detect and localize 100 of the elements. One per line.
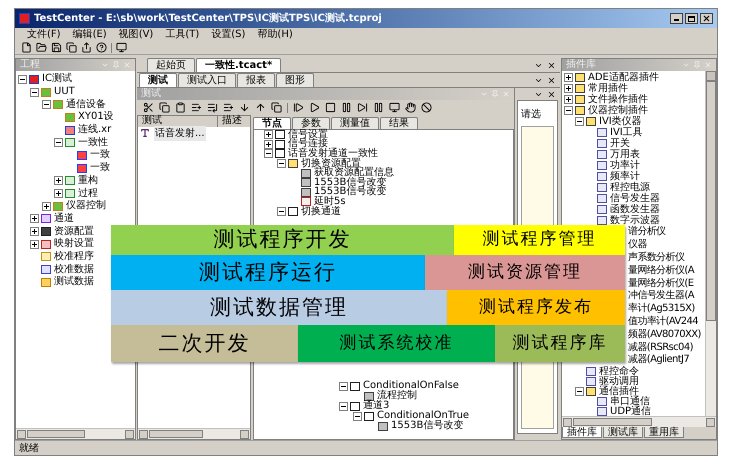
tree-item[interactable]: 函数发生器 (609, 204, 661, 214)
help-icon[interactable] (96, 42, 107, 53)
tab[interactable]: 图形 (276, 73, 314, 87)
horizontal-scrollbar[interactable] (562, 416, 716, 427)
expand-toggle[interactable] (564, 95, 573, 104)
tree-item[interactable]: 一致性 (77, 138, 109, 148)
tree-item[interactable]: 校准数据 (53, 264, 95, 275)
tree-item[interactable]: 通道3 (362, 401, 390, 411)
tab[interactable]: 测量值 (331, 117, 379, 129)
pause-icon[interactable] (341, 102, 352, 113)
tab[interactable]: 测试库 (603, 427, 643, 438)
tree-item[interactable]: 减器(AglientJ7 (628, 355, 690, 366)
new-file-icon[interactable] (21, 42, 32, 53)
tree-item[interactable]: 测试数据 (53, 277, 95, 288)
tree-item[interactable]: 谱分析仪 (628, 227, 666, 238)
expand-toggle[interactable] (30, 227, 39, 236)
tree-item[interactable]: 流程控制 (376, 391, 418, 401)
tree-item[interactable]: 率计(Ag5315X) (628, 304, 695, 314)
menu-item[interactable]: 编辑(E) (72, 28, 107, 40)
tree-item[interactable]: 串口通信 (609, 396, 651, 407)
window-icon[interactable] (271, 102, 282, 113)
tab[interactable]: 重用库 (644, 427, 684, 438)
tab[interactable]: 报表 (237, 73, 275, 87)
tree-item[interactable]: 程控电源 (609, 182, 651, 192)
tree-item[interactable]: 频器(AV8070XX) (628, 330, 701, 340)
table-cell[interactable]: 话音发射... (154, 126, 206, 140)
scissors-icon[interactable] (143, 102, 154, 113)
expand-toggle[interactable] (54, 189, 63, 198)
menu-item[interactable]: 视图(V) (118, 28, 154, 40)
tree-item[interactable]: IC测试 (41, 74, 73, 84)
expand-toggle[interactable] (564, 84, 573, 93)
tree-item[interactable]: 过程 (77, 188, 99, 199)
clipboard-icon[interactable] (175, 102, 186, 113)
expand-toggle[interactable] (42, 202, 51, 211)
tree-item[interactable]: 延时5s (313, 196, 347, 207)
collapse-toggle[interactable] (18, 74, 27, 84)
collapse-toggle[interactable] (54, 138, 63, 148)
menu-item[interactable]: 设置(S) (211, 28, 246, 40)
tree-item[interactable]: 重构 (77, 176, 99, 186)
tree-item[interactable]: ConditionalOnTrue (376, 411, 470, 421)
down-arrow-icon[interactable] (239, 102, 250, 113)
up-arrow-icon[interactable] (255, 102, 266, 113)
tree-item[interactable]: 话音发射通道一致性 (287, 148, 379, 159)
tree-item[interactable]: UDP通信 (609, 406, 652, 416)
minimize-icon[interactable] (670, 13, 683, 24)
close-icon[interactable] (547, 90, 556, 98)
tree-item[interactable]: 通信设备 (65, 100, 107, 110)
tree-item[interactable]: 仪器 (628, 240, 647, 250)
tree-item[interactable]: 开关 (609, 138, 631, 148)
collapse-toggle[interactable] (564, 106, 573, 115)
tab[interactable]: 测试 (139, 73, 177, 87)
collapse-toggle[interactable] (339, 402, 348, 410)
tree-item[interactable]: 减器(RSRsc04) (628, 342, 693, 353)
tab[interactable]: 参数 (292, 117, 330, 129)
tree-item[interactable]: 1553B信号改变 (313, 178, 388, 188)
copy-icon[interactable] (159, 102, 170, 113)
menu-item[interactable]: 文件(F) (27, 28, 61, 40)
export-icon[interactable] (81, 42, 92, 53)
vertical-scrollbar[interactable] (705, 71, 716, 416)
tree-item[interactable]: IVI工具 (609, 128, 644, 138)
collapse-toggle[interactable] (42, 100, 51, 110)
tree-item[interactable]: 切换通道 (300, 206, 342, 217)
tree-item[interactable]: 文件操作插件 (587, 94, 649, 104)
scroll-thumb[interactable] (706, 81, 716, 321)
play-icon[interactable] (309, 102, 320, 113)
append-icon[interactable] (207, 102, 218, 113)
close-icon[interactable] (547, 76, 556, 85)
collapse-toggle[interactable] (339, 382, 348, 390)
expand-toggle[interactable] (264, 140, 273, 149)
tree-item[interactable]: 声系数分析仪 (628, 252, 684, 263)
hand-icon[interactable] (405, 102, 416, 113)
tree-item[interactable]: ADE适配器插件 (587, 72, 660, 82)
scroll-thumb[interactable] (149, 430, 203, 438)
tree-item[interactable]: 驱动调用 (598, 376, 640, 387)
ban-icon[interactable] (421, 102, 432, 113)
collapse-toggle[interactable] (277, 159, 286, 168)
tab[interactable]: 起始页 (147, 58, 195, 72)
insert-icon[interactable] (191, 102, 202, 113)
expand-toggle[interactable] (30, 240, 39, 249)
close-icon[interactable] (700, 13, 713, 24)
tree-item[interactable]: 仪器控制插件 (587, 106, 649, 116)
collapse-toggle[interactable] (575, 117, 584, 126)
tree-item[interactable]: 量网络分析仪(A (628, 266, 694, 276)
expand-toggle[interactable] (30, 214, 39, 224)
tab[interactable]: 结果 (380, 117, 418, 129)
pause-icon[interactable] (373, 102, 384, 113)
expand-toggle[interactable] (264, 130, 273, 140)
tree-item[interactable]: 资源配置 (53, 226, 95, 237)
tree-item[interactable]: 一致 (89, 150, 111, 160)
skip-icon[interactable] (357, 102, 368, 113)
tree-item[interactable]: IVI类仪器 (598, 116, 643, 126)
tree-item[interactable]: 一致 (89, 163, 111, 174)
tree-item[interactable]: 冲信号发生器(A (628, 291, 694, 302)
insert-icon[interactable] (223, 102, 234, 113)
tree-item[interactable]: ConditionalOnFalse (362, 381, 460, 391)
scroll-thumb[interactable] (573, 418, 652, 426)
tree-item[interactable]: 万用表 (609, 150, 641, 160)
save-icon[interactable] (51, 42, 62, 53)
tree-item[interactable]: 数字示波器 (609, 216, 661, 226)
tree-item[interactable]: XY01设 (77, 112, 115, 122)
